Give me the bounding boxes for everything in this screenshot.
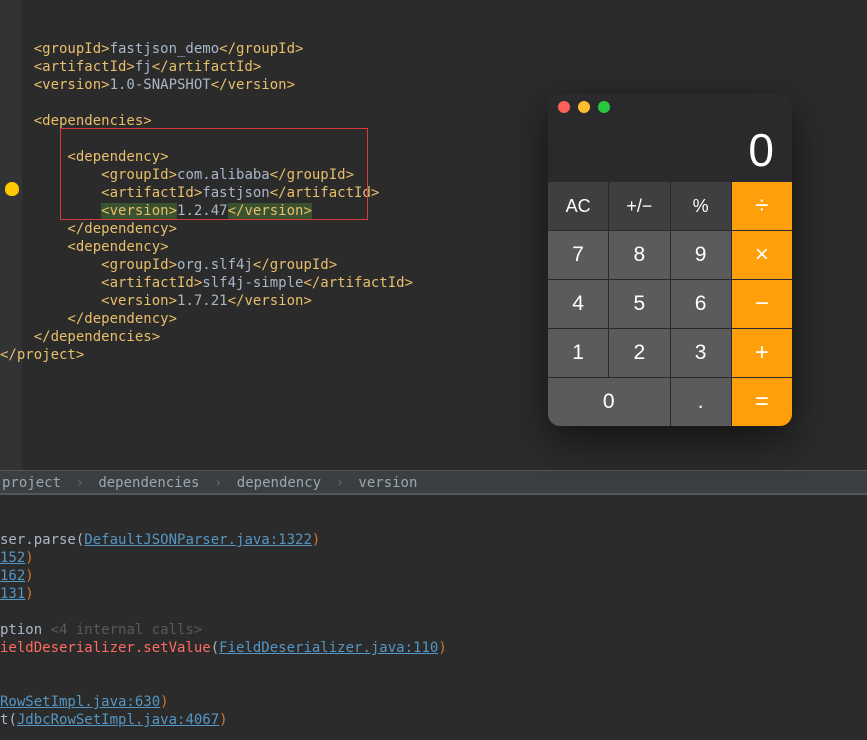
crumb-project[interactable]: project — [2, 475, 61, 491]
stacktrace-link[interactable]: 152 — [0, 550, 25, 566]
calc-3-button[interactable]: 3 — [671, 329, 731, 377]
stacktrace-link[interactable]: JdbcRowSetImpl.java:4067 — [17, 712, 219, 728]
code-content: <groupId>fastjson_demo</groupId> <artifa… — [0, 22, 413, 364]
stacktrace-link[interactable]: 131 — [0, 586, 25, 602]
crumb-dependencies[interactable]: dependencies — [98, 475, 199, 491]
calc-minus-button[interactable]: − — [732, 280, 792, 328]
minimize-icon[interactable] — [578, 101, 590, 113]
calc-titlebar[interactable] — [548, 94, 792, 120]
calc-keypad: AC +/− % ÷ 7 8 9 × 4 5 6 − 1 2 3 + 0 . = — [548, 182, 792, 426]
close-icon[interactable] — [558, 101, 570, 113]
calculator-window[interactable]: 0 AC +/− % ÷ 7 8 9 × 4 5 6 − 1 2 3 + 0 .… — [548, 94, 792, 426]
calc-7-button[interactable]: 7 — [548, 231, 608, 279]
stacktrace-link[interactable]: FieldDeserializer.java:110 — [219, 640, 438, 656]
calc-percent-button[interactable]: % — [671, 182, 731, 230]
maximize-icon[interactable] — [598, 101, 610, 113]
calc-plus-button[interactable]: + — [732, 329, 792, 377]
calc-8-button[interactable]: 8 — [609, 231, 669, 279]
calc-1-button[interactable]: 1 — [548, 329, 608, 377]
stacktrace-link[interactable]: 162 — [0, 568, 25, 584]
calc-sign-button[interactable]: +/− — [609, 182, 669, 230]
calc-dot-button[interactable]: . — [671, 378, 731, 426]
calc-2-button[interactable]: 2 — [609, 329, 669, 377]
calc-ac-button[interactable]: AC — [548, 182, 608, 230]
calc-9-button[interactable]: 9 — [671, 231, 731, 279]
calc-6-button[interactable]: 6 — [671, 280, 731, 328]
stacktrace-link[interactable]: DefaultJSONParser.java:1322 — [84, 532, 312, 548]
calc-4-button[interactable]: 4 — [548, 280, 608, 328]
calc-display: 0 — [548, 120, 792, 182]
crumb-version[interactable]: version — [358, 475, 417, 491]
calc-equals-button[interactable]: = — [732, 378, 792, 426]
stacktrace-link[interactable]: RowSetImpl.java:630 — [0, 694, 160, 710]
breadcrumb: project › dependencies › dependency › ve… — [0, 470, 867, 494]
console-output: ser.parse(DefaultJSONParser.java:1322) 1… — [0, 494, 867, 729]
calc-0-button[interactable]: 0 — [548, 378, 670, 426]
calc-divide-button[interactable]: ÷ — [732, 182, 792, 230]
calc-multiply-button[interactable]: × — [732, 231, 792, 279]
calc-5-button[interactable]: 5 — [609, 280, 669, 328]
crumb-dependency[interactable]: dependency — [237, 475, 321, 491]
